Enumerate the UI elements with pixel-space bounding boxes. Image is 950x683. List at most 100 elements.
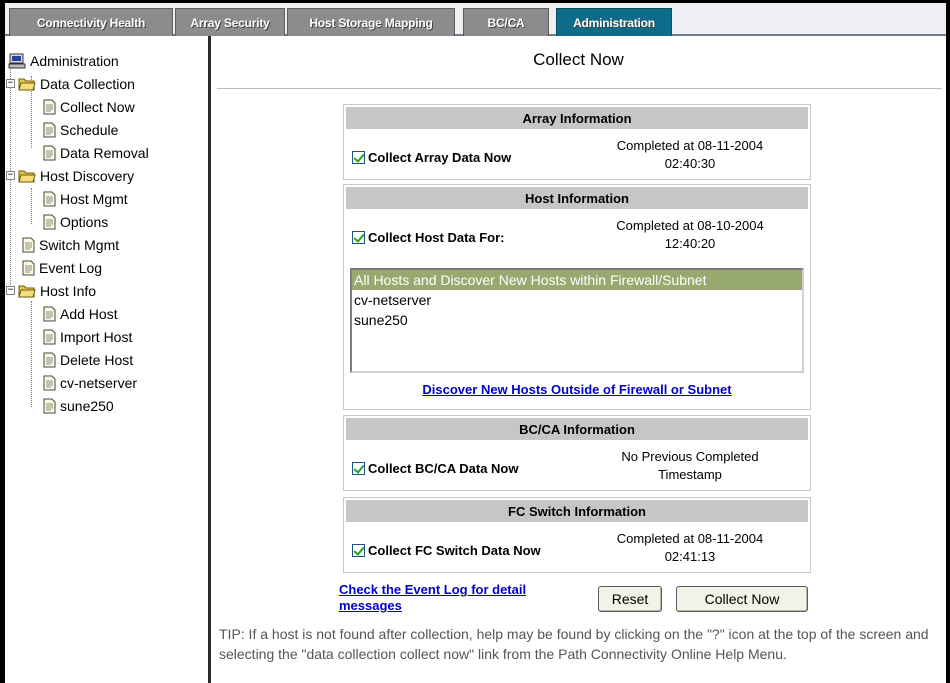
tree-label: Schedule [60,122,119,138]
tip-text: TIP: If a host is not found after collec… [219,626,929,662]
tree-item-event-log[interactable]: Event Log [22,257,102,279]
sidebar-tree: Administration − Data Collection Collect… [5,36,211,683]
tree-item-options[interactable]: Options [43,211,108,233]
tab-bar: Connectivity Health Array Security Host … [5,3,946,36]
collapse-icon[interactable]: − [6,286,15,295]
collect-fc-switch-checkbox-row[interactable]: Collect FC Switch Data Now [352,543,541,558]
section-header: FC Switch Information [346,500,808,522]
collect-bcca-checkbox[interactable] [352,462,365,475]
tab-connectivity-health[interactable]: Connectivity Health [9,8,173,36]
document-icon [43,122,56,138]
fc-switch-info-section: FC Switch Information Collect FC Switch … [343,497,811,573]
document-icon [43,398,56,414]
document-icon [43,145,56,161]
tree-label: Collect Now [60,99,135,115]
tree-label: cv-netserver [60,375,138,391]
checkbox-label: Collect Host Data For: [368,230,505,245]
status-line: 02:41:13 [664,549,716,564]
status-line: No Previous Completed [621,449,759,464]
fc-switch-status: Completed at 08-11-2004 02:41:13 [590,530,790,566]
bcca-status: No Previous Completed Timestamp [590,448,790,484]
collect-bcca-checkbox-row[interactable]: Collect BC/CA Data Now [352,461,518,476]
tree-item-cv-netserver[interactable]: cv-netserver [43,372,137,394]
tree-label: Host Discovery [40,168,135,184]
status-line: Completed at 08-11-2004 [616,531,764,546]
collapse-icon[interactable]: − [6,79,15,88]
document-icon [43,329,56,345]
tree-label: Delete Host [60,352,134,368]
tree-label: Add Host [60,306,118,322]
folder-open-icon [18,78,36,91]
status-line: Completed at 08-10-2004 [616,218,764,233]
page-title: Collect Now [533,50,624,69]
document-icon [43,214,56,230]
discover-hosts-link[interactable]: Discover New Hosts Outside of Firewall o… [422,382,731,397]
tree-item-administration[interactable]: Administration [8,50,119,72]
tree-item-sune250[interactable]: sune250 [43,395,114,417]
event-log-link-line[interactable]: messages [339,598,579,614]
document-icon [22,260,35,276]
tree-item-host-mgmt[interactable]: Host Mgmt [43,188,128,210]
tab-array-security[interactable]: Array Security [175,8,285,36]
tree-label: Administration [30,53,119,69]
checkbox-label: Collect FC Switch Data Now [368,543,541,558]
collect-host-checkbox-row[interactable]: Collect Host Data For: [352,230,505,245]
collapse-icon[interactable]: − [6,171,15,180]
section-header: Host Information [346,187,808,209]
status-line: Timestamp [658,467,722,482]
list-option[interactable]: All Hosts and Discover New Hosts within … [352,270,802,290]
document-icon [43,375,56,391]
list-option[interactable]: cv-netserver [352,290,802,310]
tree-label: Switch Mgmt [39,237,120,253]
collect-array-checkbox[interactable] [352,151,365,164]
window-frame-right [946,0,950,683]
status-line: 02:40:30 [664,156,716,171]
document-icon [43,352,56,368]
tree-label: Host Info [40,283,97,299]
tree-item-schedule[interactable]: Schedule [43,119,118,141]
tree-item-host-discovery[interactable]: Host Discovery [18,165,134,187]
computer-icon [8,53,26,69]
host-status: Completed at 08-10-2004 12:40:20 [590,217,790,253]
tree-item-data-collection[interactable]: Data Collection [18,73,135,95]
tab-host-storage-mapping[interactable]: Host Storage Mapping [287,8,455,36]
array-info-section: Array Information Collect Array Data Now… [343,104,811,180]
tree-label: Import Host [60,329,133,345]
list-option[interactable]: sune250 [352,310,802,330]
host-info-section: Host Information Collect Host Data For: … [343,184,811,410]
document-icon [22,237,35,253]
tab-administration[interactable]: Administration [556,8,672,36]
tree-item-import-host[interactable]: Import Host [43,326,132,348]
collect-now-button[interactable]: Collect Now [676,586,808,612]
document-icon [43,99,56,115]
event-log-link-line[interactable]: Check the Event Log for detail [339,582,579,598]
checkbox-label: Collect BC/CA Data Now [368,461,519,476]
tree-line [31,301,32,407]
folder-open-icon [18,285,36,298]
tab-bc-ca[interactable]: BC/CA [463,8,549,36]
reset-button[interactable]: Reset [598,586,662,612]
tree-label: Event Log [39,260,103,276]
tree-item-host-info[interactable]: Host Info [18,280,96,302]
tree-item-data-removal[interactable]: Data Removal [43,142,149,164]
bcca-info-section: BC/CA Information Collect BC/CA Data Now… [343,415,811,491]
tree-item-add-host[interactable]: Add Host [43,303,118,325]
event-log-link[interactable]: Check the Event Log for detail messages [339,582,579,614]
tree-line [31,188,32,224]
status-line: 12:40:20 [664,236,716,251]
collect-fc-switch-checkbox[interactable] [352,544,365,557]
folder-open-icon [18,170,36,183]
collect-host-checkbox[interactable] [352,231,365,244]
tree-item-collect-now[interactable]: Collect Now [43,96,135,118]
tree-item-delete-host[interactable]: Delete Host [43,349,133,371]
section-header: BC/CA Information [346,418,808,440]
tree-label: Options [60,214,109,230]
array-status: Completed at 08-11-2004 02:40:30 [590,137,790,173]
host-listbox[interactable]: All Hosts and Discover New Hosts within … [350,268,804,373]
tree-label: Data Collection [40,76,135,92]
title-divider [217,88,942,89]
section-header: Array Information [346,107,808,129]
collect-array-checkbox-row[interactable]: Collect Array Data Now [352,150,511,165]
tree-item-switch-mgmt[interactable]: Switch Mgmt [22,234,119,256]
status-line: Completed at 08-11-2004 [616,138,764,153]
